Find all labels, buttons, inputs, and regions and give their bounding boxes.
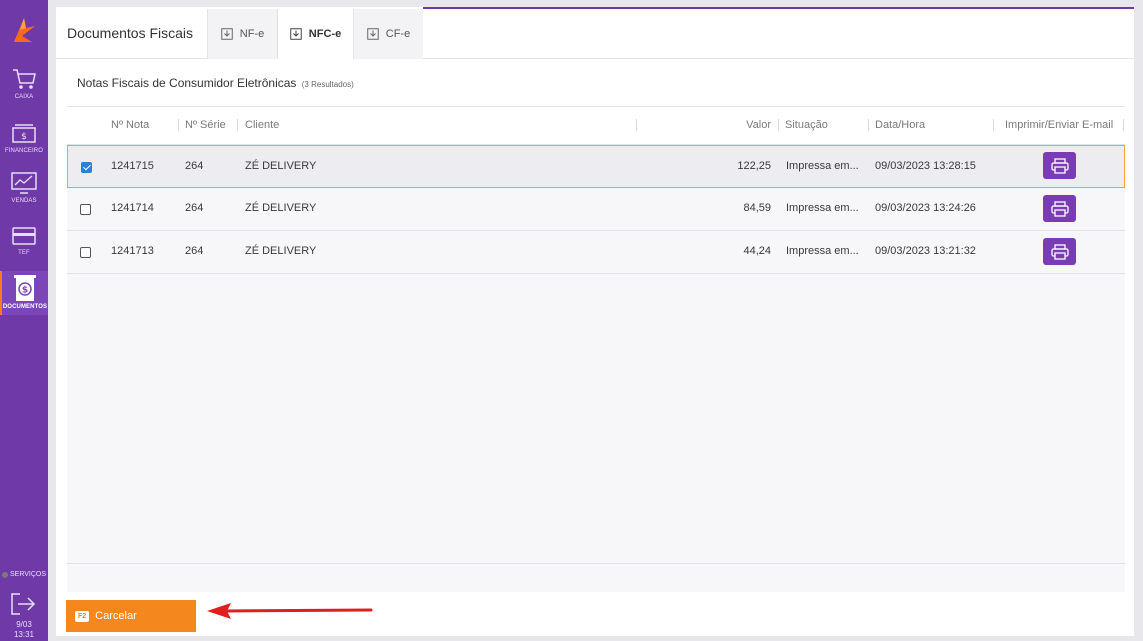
tab-bar-accent-line [423, 7, 1134, 9]
status-dot-icon [2, 571, 8, 578]
shortcut-key-badge: F2 [75, 610, 90, 622]
cell-nota: 1241714 [111, 202, 154, 214]
cell-serie: 264 [185, 202, 204, 214]
tab-bar: Documentos Fiscais NF-e NFC-e CF-e [56, 7, 1134, 59]
download-icon [221, 28, 233, 40]
cell-cliente: ZÉ DELIVERY [245, 202, 317, 214]
column-header-situacao[interactable]: Situação [785, 119, 828, 131]
cell-cliente: ZÉ DELIVERY [245, 160, 317, 172]
cell-data-hora: 09/03/2023 13:28:15 [875, 160, 976, 172]
print-email-button[interactable] [1043, 152, 1076, 179]
cell-data-hora: 09/03/2023 13:24:26 [875, 202, 976, 214]
svg-text:$: $ [21, 132, 27, 142]
sidebar-item-financeiro[interactable]: $ FINANCEIRO [0, 122, 48, 154]
cell-valor: 122,25 [737, 160, 771, 172]
column-divider[interactable] [237, 119, 238, 131]
print-email-button[interactable] [1043, 195, 1076, 222]
download-icon [290, 28, 302, 40]
clock-date: 9/03 [16, 620, 32, 629]
card-icon [12, 227, 36, 245]
tab-cf-e[interactable]: CF-e [353, 9, 423, 59]
column-divider[interactable] [778, 119, 779, 131]
cancel-button-label: Carcelar [95, 610, 137, 622]
column-divider[interactable] [178, 119, 179, 131]
cell-cliente: ZÉ DELIVERY [245, 245, 317, 257]
section-title: Notas Fiscais de Consumidor Eletrônicas … [77, 76, 354, 90]
sidebar-item-vendas[interactable]: VENDAS [0, 170, 48, 204]
money-icon: $ [12, 124, 36, 143]
cell-situacao: Impressa em... [786, 202, 859, 214]
sidebar-item-label: FINANCEIRO [4, 148, 43, 154]
section-title-text: Notas Fiscais de Consumidor Eletrônicas [77, 76, 297, 90]
print-email-button[interactable] [1043, 238, 1076, 265]
row-checkbox[interactable] [80, 204, 91, 215]
sidebar-item-caixa[interactable]: CAIXA [0, 66, 48, 100]
printer-icon [1050, 157, 1069, 174]
tab-nf-e[interactable]: NF-e [207, 9, 277, 59]
sidebar: CAIXA $ FINANCEIRO VENDAS TEF $ DOCUMENT… [0, 0, 48, 641]
services-label: SERVIÇOS [10, 571, 47, 578]
logout-icon[interactable] [10, 592, 36, 616]
column-header-serie[interactable]: Nº Série [185, 119, 226, 131]
services-status[interactable]: SERVIÇOS [2, 571, 46, 578]
download-icon [367, 28, 379, 40]
sidebar-item-label: VENDAS [11, 198, 37, 204]
column-header-data[interactable]: Data/Hora [875, 119, 925, 131]
table-row[interactable]: 1241713 264 ZÉ DELIVERY 44,24 Impressa e… [67, 231, 1125, 274]
sidebar-item-tef[interactable]: TEF [0, 224, 48, 256]
table-header: Nº Nota Nº Série Cliente Valor Situação … [67, 107, 1125, 145]
cell-valor: 84,59 [743, 202, 771, 214]
result-count: (3 Resultados) [301, 80, 354, 89]
cancel-button[interactable]: F2 Carcelar [66, 600, 196, 632]
printer-icon [1050, 243, 1069, 260]
tab-label: NFC-e [308, 28, 342, 40]
printer-icon [1050, 200, 1069, 217]
cell-situacao: Impressa em... [786, 160, 859, 172]
table-footer-divider [67, 563, 1125, 564]
table-row[interactable]: 1241715 264 ZÉ DELIVERY 122,25 Impressa … [67, 145, 1125, 188]
sidebar-item-label: CAIXA [14, 94, 34, 100]
annotation-arrow-icon [207, 603, 373, 619]
column-divider[interactable] [993, 119, 994, 131]
column-header-valor[interactable]: Valor [717, 119, 771, 131]
chart-monitor-icon [11, 172, 37, 194]
cell-data-hora: 09/03/2023 13:21:32 [875, 245, 976, 257]
sidebar-item-label: DOCUMENTOS [2, 304, 48, 310]
column-header-imprimir[interactable]: Imprimir/Enviar E-mail [1005, 119, 1113, 131]
cell-serie: 264 [185, 245, 204, 257]
row-checkbox[interactable] [81, 162, 92, 173]
logo-icon [14, 18, 35, 42]
cell-situacao: Impressa em... [786, 245, 859, 257]
column-divider[interactable] [868, 119, 869, 131]
column-header-cliente[interactable]: Cliente [245, 119, 279, 131]
tab-label: CF-e [385, 28, 411, 40]
cart-icon [13, 69, 36, 89]
column-header-nota[interactable]: Nº Nota [111, 119, 149, 131]
column-divider[interactable] [1123, 119, 1124, 131]
sidebar-item-documentos[interactable]: $ DOCUMENTOS [0, 271, 48, 315]
clock: 9/03 13:31 [0, 620, 48, 640]
sidebar-item-label: TEF [18, 250, 30, 256]
svg-text:$: $ [22, 286, 28, 296]
invoice-table: Nº Nota Nº Série Cliente Valor Situação … [67, 106, 1125, 592]
cell-nota: 1241713 [111, 245, 154, 257]
main-panel: Documentos Fiscais NF-e NFC-e CF-e Notas… [56, 7, 1134, 636]
clock-time: 13:31 [13, 630, 35, 639]
row-checkbox[interactable] [80, 247, 91, 258]
cell-serie: 264 [185, 160, 204, 172]
cell-valor: 44,24 [743, 245, 771, 257]
page-title: Documentos Fiscais [67, 25, 194, 41]
cell-nota: 1241715 [111, 160, 154, 172]
document-dollar-icon: $ [14, 275, 36, 301]
tab-label: NF-e [239, 28, 265, 40]
tab-nfc-e[interactable]: NFC-e [277, 9, 353, 59]
table-row[interactable]: 1241714 264 ZÉ DELIVERY 84,59 Impressa e… [67, 188, 1125, 231]
column-divider[interactable] [636, 119, 637, 131]
